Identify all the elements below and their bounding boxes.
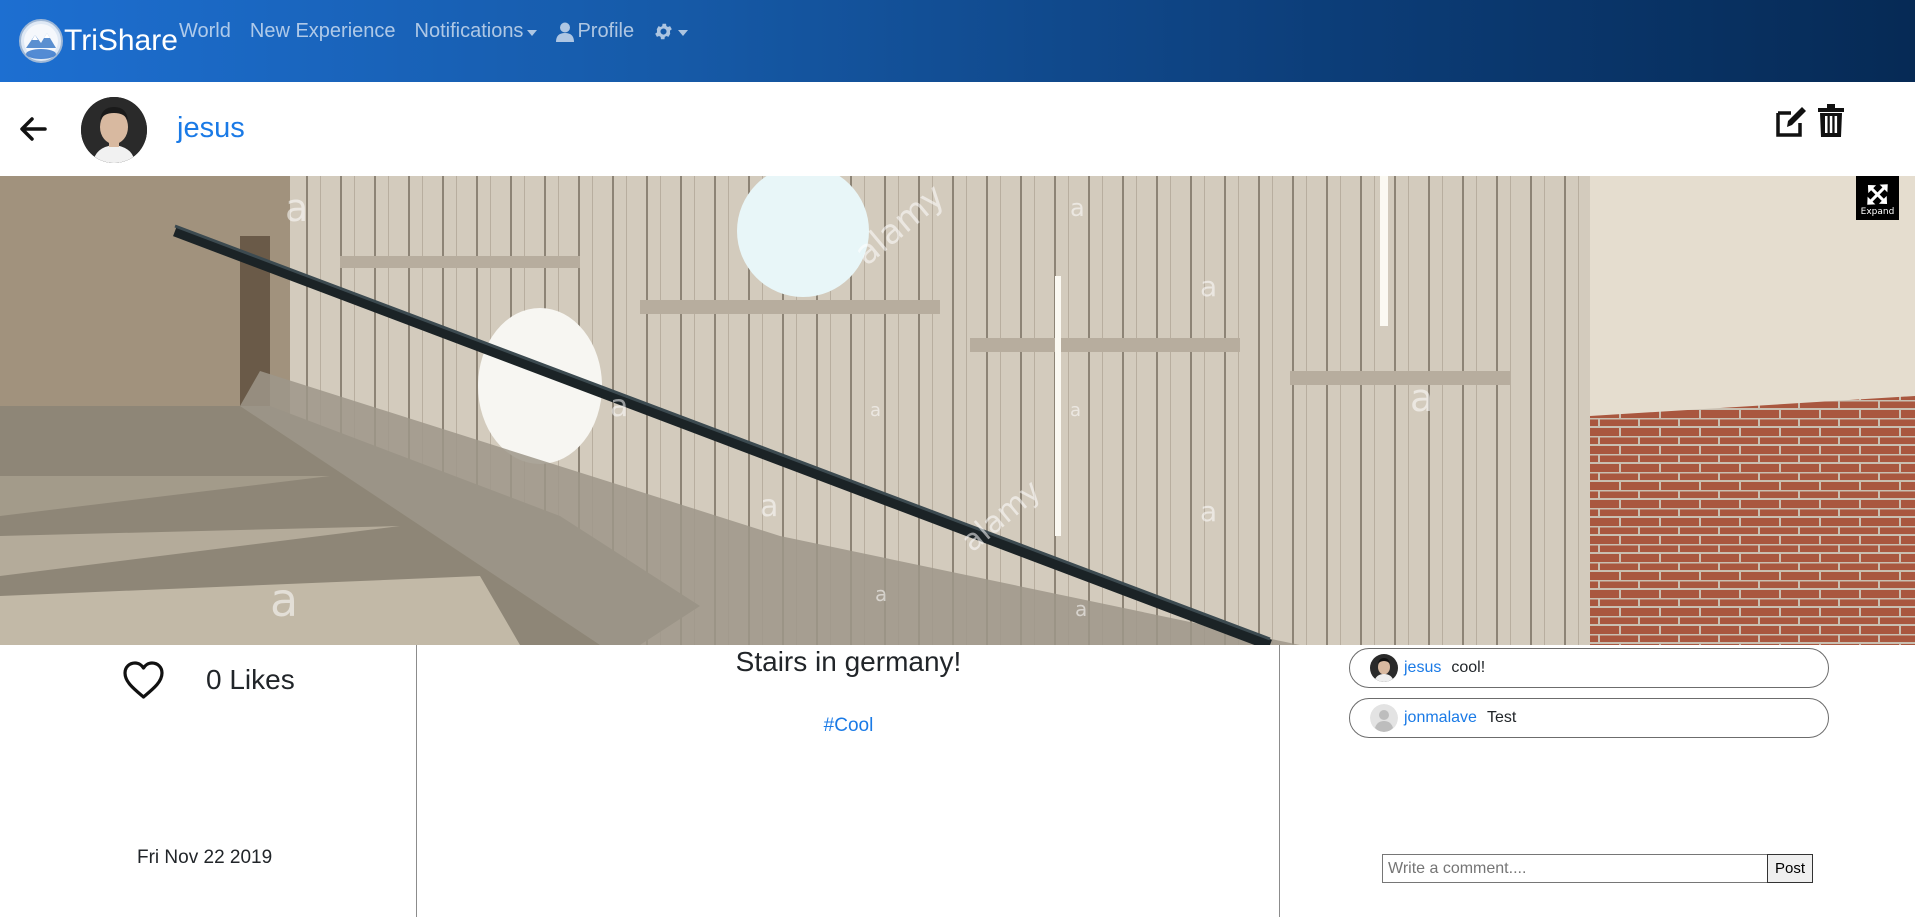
post-title: Stairs in germany! [735, 646, 962, 677]
globe-logo-icon [19, 19, 63, 63]
svg-text:a: a [875, 582, 887, 606]
edit-icon[interactable] [1775, 105, 1808, 138]
post-details: Stairs in germany! #Cool [417, 645, 1280, 917]
hashtag-link[interactable]: #Cool [417, 715, 1280, 737]
svg-text:a: a [285, 186, 308, 230]
comment-username[interactable]: jesus [1404, 659, 1441, 677]
expand-label: Expand [1860, 207, 1895, 217]
nav-menu: World New Experience Notifications Profi… [179, 20, 707, 43]
comment-text: Test [1486, 709, 1517, 726]
svg-text:a: a [1410, 376, 1433, 420]
svg-text:a: a [1075, 597, 1087, 621]
nav-world[interactable]: World [179, 20, 231, 43]
likes-panel: 0 Likes Fri Nov 22 2019 [0, 645, 417, 917]
likes-count: 0 Likes [206, 664, 295, 695]
svg-text:a: a [1070, 194, 1085, 222]
svg-text:a: a [270, 573, 298, 627]
user-icon [556, 22, 575, 42]
comment-input[interactable] [1382, 854, 1768, 883]
caret-down-icon [678, 29, 689, 36]
comment-avatar[interactable] [1370, 654, 1398, 682]
comment-item: jesus cool! [1349, 648, 1829, 688]
author-username[interactable]: jesus [177, 112, 245, 145]
comment-username[interactable]: jonmalave [1404, 709, 1477, 727]
panorama-image: a alamy a a a a a a a alamy a a a a [0, 176, 1915, 645]
svg-text:a: a [610, 389, 628, 424]
author-avatar[interactable] [81, 97, 147, 163]
back-arrow-icon[interactable] [18, 114, 48, 144]
nav-notifications-label: Notifications [414, 20, 524, 42]
gear-icon [655, 23, 672, 40]
brand[interactable]: TriShare [18, 16, 178, 66]
comments-panel: jesus cool! jonmalave Test Post [1280, 645, 1915, 917]
nav-notifications-dropdown[interactable]: Notifications [415, 20, 538, 43]
svg-text:a: a [1200, 270, 1217, 303]
heart-icon[interactable] [122, 660, 165, 700]
trash-icon[interactable] [1817, 104, 1845, 138]
svg-text:a: a [1070, 400, 1081, 421]
caret-down-icon [527, 29, 538, 36]
brand-name: TriShare [64, 24, 178, 57]
svg-text:a: a [1200, 495, 1217, 528]
svg-text:a: a [760, 489, 778, 524]
svg-text:a: a [870, 400, 881, 421]
default-avatar-icon[interactable] [1370, 704, 1398, 732]
nav-profile[interactable]: Profile [556, 20, 634, 43]
top-navbar: TriShare World New Experience Notificati… [0, 0, 1915, 82]
post-comment-button[interactable]: Post [1767, 854, 1813, 883]
expand-button[interactable]: Expand [1856, 176, 1899, 220]
comment-item: jonmalave Test [1349, 698, 1829, 738]
post-header: jesus [0, 82, 1915, 176]
settings-dropdown[interactable] [653, 21, 689, 42]
nav-profile-label: Profile [577, 20, 635, 42]
panorama-viewer[interactable]: a alamy a a a a a a a alamy a a a a [0, 176, 1915, 645]
nav-new-experience[interactable]: New Experience [250, 20, 396, 43]
comment-text: cool! [1451, 659, 1486, 676]
post-date: Fri Nov 22 2019 [137, 847, 273, 868]
